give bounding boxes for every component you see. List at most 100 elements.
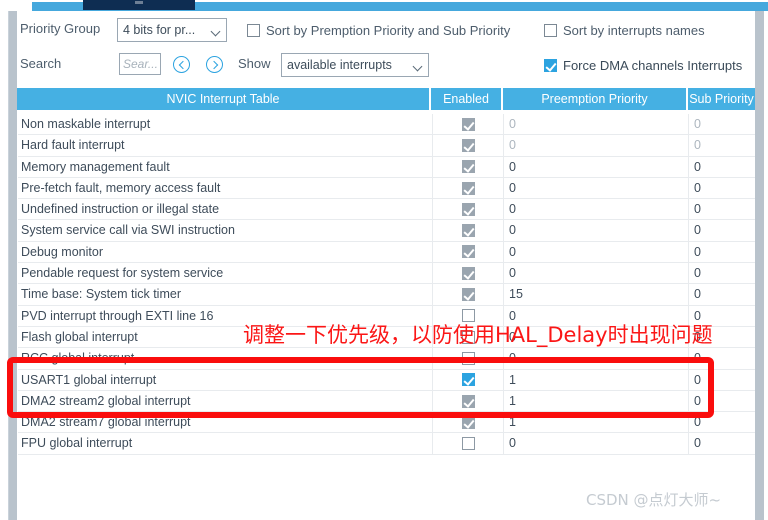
enabled-checkbox[interactable] [461, 415, 475, 429]
interrupt-name-cell: Pendable request for system service [21, 266, 224, 281]
enabled-cell[interactable] [432, 263, 504, 284]
table-row[interactable]: USART1 global interrupt 1 0 [18, 369, 755, 391]
table-row[interactable]: RCC global interrupt 0 0 [18, 348, 755, 370]
sub-priority-cell[interactable]: 0 [689, 178, 755, 198]
sub-priority-cell[interactable]: 0 [689, 412, 755, 432]
preemption-priority-cell[interactable]: 1 [504, 390, 689, 412]
enabled-cell[interactable] [432, 348, 504, 369]
enabled-cell[interactable] [432, 241, 504, 263]
search-next-icon[interactable] [206, 56, 223, 73]
preemption-priority-cell[interactable]: 15 [504, 284, 689, 305]
enabled-checkbox[interactable] [461, 351, 475, 365]
interrupt-name-cell: Pre-fetch fault, memory access fault [21, 180, 221, 195]
search-prev-icon[interactable] [173, 56, 190, 73]
enabled-cell[interactable] [432, 369, 504, 390]
toolbar-row-top: Priority Group 4 bits for pr... Sort by … [17, 18, 755, 48]
column-header-name[interactable]: NVIC Interrupt Table [17, 88, 431, 110]
sub-priority-cell[interactable]: 0 [689, 135, 755, 155]
column-header-preemption[interactable]: Preemption Priority [503, 88, 688, 110]
enabled-checkbox[interactable] [461, 160, 475, 174]
enabled-checkbox[interactable] [461, 202, 475, 216]
enabled-cell[interactable] [432, 177, 504, 199]
enabled-checkbox[interactable] [461, 266, 475, 280]
table-row[interactable]: Memory management fault 0 0 [18, 156, 755, 178]
sub-priority-cell[interactable]: 0 [689, 242, 755, 262]
preemption-priority-cell[interactable]: 0 [504, 433, 689, 454]
enabled-checkbox[interactable] [461, 373, 475, 387]
tab-active[interactable] [83, 0, 195, 10]
sub-priority-cell[interactable]: 0 [689, 284, 755, 304]
interrupt-name-cell: FPU global interrupt [21, 436, 133, 451]
sub-priority-cell[interactable]: 0 [689, 199, 755, 219]
sub-priority-cell[interactable]: 0 [689, 370, 755, 390]
show-filter-select[interactable]: available interrupts [281, 53, 429, 77]
sub-priority-cell[interactable]: 0 [689, 220, 755, 240]
search-input[interactable]: Sear... [119, 53, 161, 75]
preemption-priority-cell[interactable]: 0 [504, 114, 689, 135]
column-header-enabled[interactable]: Enabled [431, 88, 503, 110]
nvic-configuration-panel: Priority Group 4 bits for pr... Sort by … [0, 0, 768, 520]
sort-by-preemption-row[interactable]: Sort by Premption Priority and Sub Prior… [247, 22, 510, 40]
enabled-cell[interactable] [432, 412, 504, 433]
table-row[interactable]: DMA2 stream7 global interrupt 1 0 [18, 412, 755, 434]
search-label: Search [20, 56, 62, 71]
table-row[interactable]: Pre-fetch fault, memory access fault 0 0 [18, 177, 755, 200]
enabled-cell[interactable] [432, 156, 504, 177]
column-header-sub[interactable]: Sub Priority [688, 88, 755, 110]
table-row[interactable]: DMA2 stream2 global interrupt 1 0 [18, 390, 755, 413]
sub-priority-cell[interactable]: 0 [689, 114, 755, 134]
sort-by-preemption-checkbox[interactable] [247, 24, 260, 38]
enabled-cell[interactable] [432, 135, 504, 156]
preemption-priority-cell[interactable]: 0 [504, 241, 689, 263]
enabled-cell[interactable] [432, 199, 504, 220]
enabled-checkbox[interactable] [461, 224, 475, 238]
enabled-cell[interactable] [432, 433, 504, 454]
left-scroll-rail[interactable] [9, 11, 17, 520]
enabled-checkbox[interactable] [461, 138, 475, 152]
enabled-cell[interactable] [432, 390, 504, 412]
table-row[interactable]: Debug monitor 0 0 [18, 241, 755, 264]
sub-priority-cell[interactable]: 0 [689, 433, 755, 453]
preemption-priority-cell[interactable]: 0 [504, 263, 689, 284]
table-row[interactable]: Undefined instruction or illegal state 0 0 [18, 199, 755, 221]
table-row[interactable]: Non maskable interrupt 0 0 [18, 114, 755, 136]
toolbar-row-bottom: Search Sear... Show available interrupts… [17, 52, 755, 82]
force-dma-row[interactable]: Force DMA channels Interrupts [544, 57, 742, 75]
preemption-priority-cell[interactable]: 0 [504, 135, 689, 156]
tab-strip [0, 0, 768, 11]
preemption-priority-cell[interactable]: 0 [504, 220, 689, 241]
enabled-checkbox[interactable] [461, 309, 475, 323]
table-row[interactable]: System service call via SWI instruction 0… [18, 220, 755, 242]
sort-by-names-checkbox[interactable] [544, 24, 557, 38]
preemption-priority-cell[interactable]: 1 [504, 369, 689, 390]
preemption-priority-cell[interactable]: 0 [504, 348, 689, 369]
interrupt-name-cell: DMA2 stream2 global interrupt [21, 393, 191, 408]
force-dma-checkbox[interactable] [544, 59, 557, 73]
preemption-priority-cell[interactable]: 0 [504, 156, 689, 177]
interrupt-name-cell: DMA2 stream7 global interrupt [21, 415, 191, 430]
enabled-checkbox[interactable] [461, 288, 475, 302]
table-row[interactable]: Hard fault interrupt 0 0 [18, 135, 755, 157]
right-scrollbar[interactable] [755, 11, 764, 520]
sub-priority-cell[interactable]: 0 [689, 263, 755, 283]
sub-priority-cell[interactable]: 0 [689, 348, 755, 368]
table-row[interactable]: Time base: System tick timer 15 0 [18, 284, 755, 306]
sort-by-names-row[interactable]: Sort by interrupts names [544, 22, 705, 40]
table-row[interactable]: Pendable request for system service 0 0 [18, 263, 755, 285]
preemption-priority-cell[interactable]: 1 [504, 412, 689, 433]
enabled-checkbox[interactable] [461, 394, 475, 408]
preemption-priority-cell[interactable]: 0 [504, 177, 689, 199]
sub-priority-cell[interactable]: 0 [689, 157, 755, 177]
enabled-cell[interactable] [432, 220, 504, 241]
sub-priority-cell[interactable]: 0 [689, 391, 755, 411]
enabled-cell[interactable] [432, 284, 504, 305]
table-row[interactable]: FPU global interrupt 0 0 [18, 433, 755, 455]
priority-group-select[interactable]: 4 bits for pr... [117, 18, 227, 42]
enabled-checkbox[interactable] [461, 245, 475, 259]
enabled-checkbox[interactable] [461, 181, 475, 195]
enabled-cell[interactable] [432, 114, 504, 135]
preemption-priority-cell[interactable]: 0 [504, 199, 689, 220]
enabled-checkbox[interactable] [461, 437, 475, 451]
chevron-down-icon [414, 63, 423, 68]
enabled-checkbox[interactable] [461, 117, 475, 131]
